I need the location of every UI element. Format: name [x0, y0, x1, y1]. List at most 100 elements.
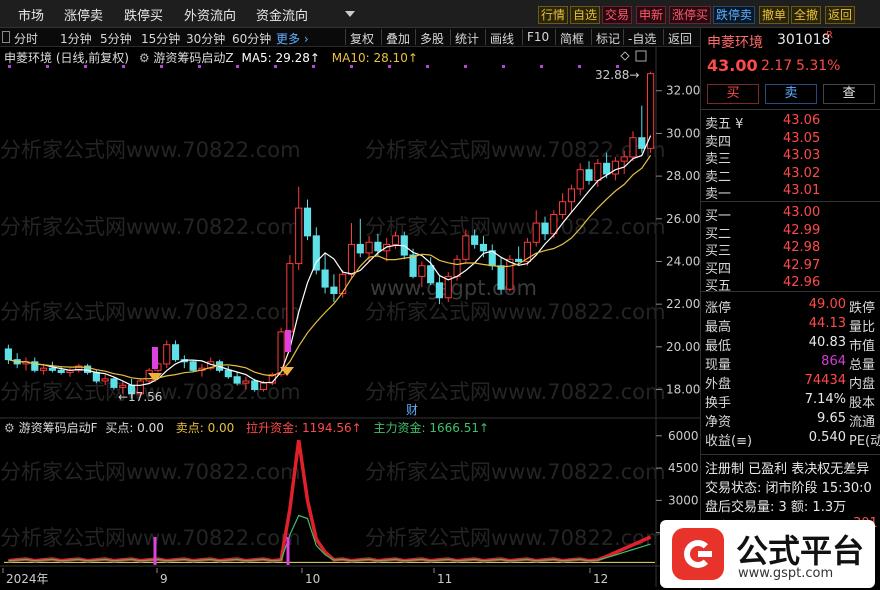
price-tick-label: 28.00 [666, 169, 700, 183]
stat-label: 跌停 [849, 301, 876, 316]
separator [345, 29, 346, 45]
stat-value: 0.540 [808, 430, 846, 445]
period-tab[interactable]: 60分钟 [232, 30, 271, 47]
stock-code: 301018 [777, 32, 831, 48]
candle-body [620, 156, 628, 162]
kline-chart[interactable]: 分析家公式网www.70822.com 分析家公式网www.70822.com 分析… [0, 47, 700, 587]
buy-signal-bar [285, 330, 291, 352]
ma10-value: MA10: 28.10↑ [331, 51, 418, 65]
menu-capital-flow[interactable]: 资金流向 [256, 5, 308, 24]
toolbar-button[interactable]: 自选 [570, 6, 601, 24]
indicator-name[interactable]: 游资筹码启动Z [153, 51, 233, 65]
top-marker [464, 65, 467, 68]
bid-price: 42.96 [783, 275, 821, 291]
buy-point-bar [286, 537, 290, 565]
period-tab[interactable]: 30分钟 [186, 30, 225, 47]
indicator-tick-label: 3000 [668, 493, 699, 507]
chart-tool-button[interactable]: -自选 [628, 30, 656, 47]
period-tab[interactable]: 1分钟 [60, 30, 92, 47]
period-tab[interactable]: 分时 [14, 30, 38, 47]
candle-body [365, 241, 373, 254]
candle-body [462, 235, 470, 260]
candle-body [312, 235, 320, 271]
toolbar-button[interactable]: 撤单 [759, 6, 790, 24]
last-price: 43.00 [707, 56, 758, 75]
toolbar-button[interactable]: 行情 [538, 6, 569, 24]
candle-body [453, 258, 461, 277]
stat-label: 净资 [705, 415, 732, 430]
watermark-text: 分析家公式网www.70822.com [0, 215, 301, 239]
buy-button[interactable]: 买 [707, 84, 759, 104]
chart-tool-button[interactable]: 统计 [455, 30, 479, 47]
ask-level-label: 卖五 ¥ [705, 117, 744, 132]
stat-label: 换手 [705, 396, 732, 411]
toolbar-button[interactable]: 涨停买 [669, 6, 712, 24]
menu-foreign-flow[interactable]: 外资流向 [184, 5, 236, 24]
indicator-tick-label: 6000 [668, 429, 699, 443]
chart-tool-button[interactable]: 简框 [560, 30, 584, 47]
candle-body [550, 214, 558, 235]
candle-body [224, 369, 232, 378]
top-marker [502, 65, 505, 68]
toolbar-button[interactable]: 返回 [825, 6, 856, 24]
stat-value: 40.83 [808, 335, 846, 350]
stat-label: 总量 [849, 358, 876, 373]
period-tab[interactable]: 15分钟 [141, 30, 180, 47]
divider [701, 291, 880, 292]
stat-label: 流通 [849, 415, 876, 430]
candle-body [435, 282, 444, 299]
period-tab[interactable]: 5分钟 [100, 30, 132, 47]
sell-button[interactable]: 卖 [765, 84, 817, 104]
separator [591, 29, 592, 45]
candle-body [286, 263, 294, 333]
brand-logo: 公式平台 www.gspt.com [660, 520, 875, 588]
price-tick-label: 20.00 [666, 340, 700, 354]
candle-body [4, 348, 12, 361]
chart-tool-button[interactable]: 返回 [668, 30, 692, 47]
candle-body [119, 384, 127, 388]
lift-capital-value: 拉升资金: 1194.56↑ [246, 421, 362, 435]
fullscreen-icon[interactable] [2, 31, 10, 43]
x-axis-label: 10 [305, 572, 320, 586]
candle-body [356, 243, 364, 254]
settings-icon[interactable]: ⚙ [4, 421, 15, 435]
menu-limit-up-sell[interactable]: 涨停卖 [64, 5, 103, 24]
chart-tool-button[interactable]: 画线 [490, 30, 514, 47]
toolbar-button[interactable]: 跌停卖 [713, 6, 756, 24]
ask-price: 43.03 [783, 148, 821, 164]
chart-tool-button[interactable]: 复权 [350, 30, 374, 47]
x-axis-label: 9 [160, 572, 168, 586]
query-button[interactable]: 查 [823, 84, 875, 104]
ask-level-label: 卖四 [705, 134, 732, 150]
chart-tool-button[interactable]: 多股 [420, 30, 444, 47]
candle-body [339, 273, 347, 294]
candle-body [409, 254, 417, 277]
toolbar-button[interactable]: 全撤 [791, 6, 822, 24]
indicator-name[interactable]: 游资筹码启动F [19, 421, 98, 435]
price-tick-label: 24.00 [666, 254, 700, 268]
bid-price: 42.97 [783, 257, 821, 273]
menu-market[interactable]: 市场 [18, 5, 44, 24]
watermark-text: 分析家公式网www.70822.com [365, 300, 666, 324]
candle-body [427, 265, 435, 284]
ma5-value: MA5: 29.28↑ [241, 51, 320, 65]
chart-canvas[interactable]: 分析家公式网www.70822.com 分析家公式网www.70822.com 分析… [0, 47, 700, 587]
toolbar-button[interactable]: 申新 [636, 6, 667, 24]
stat-label: 外盘 [705, 377, 732, 392]
chart-tool-button[interactable]: 标记 [596, 30, 620, 47]
separator [623, 29, 624, 45]
after-hours-volume: 盘后交易量: 3 额: 1.3万 [705, 500, 847, 515]
toolbar-button[interactable]: 交易 [602, 6, 633, 24]
x-axis-label: 2024年 [6, 572, 49, 586]
settings-icon[interactable]: ⚙ [139, 51, 150, 65]
indicator-title-bar: ⚙ 游资筹码启动F 买点: 0.00 卖点: 0.00 拉升资金: 1194.5… [4, 419, 489, 436]
menu-dropdown-icon[interactable] [345, 11, 355, 17]
chart-tool-button[interactable]: 叠加 [386, 30, 410, 47]
chart-tool-button[interactable]: F10 [527, 30, 549, 44]
buy-signal-bar [152, 347, 158, 369]
menu-limit-down-buy[interactable]: 跌停买 [124, 5, 163, 24]
period-tab[interactable]: 更多 › [276, 30, 309, 47]
logo-icon [672, 528, 724, 580]
price-change-pct: 5.31% [796, 58, 841, 74]
bid-price: 43.00 [783, 205, 821, 220]
